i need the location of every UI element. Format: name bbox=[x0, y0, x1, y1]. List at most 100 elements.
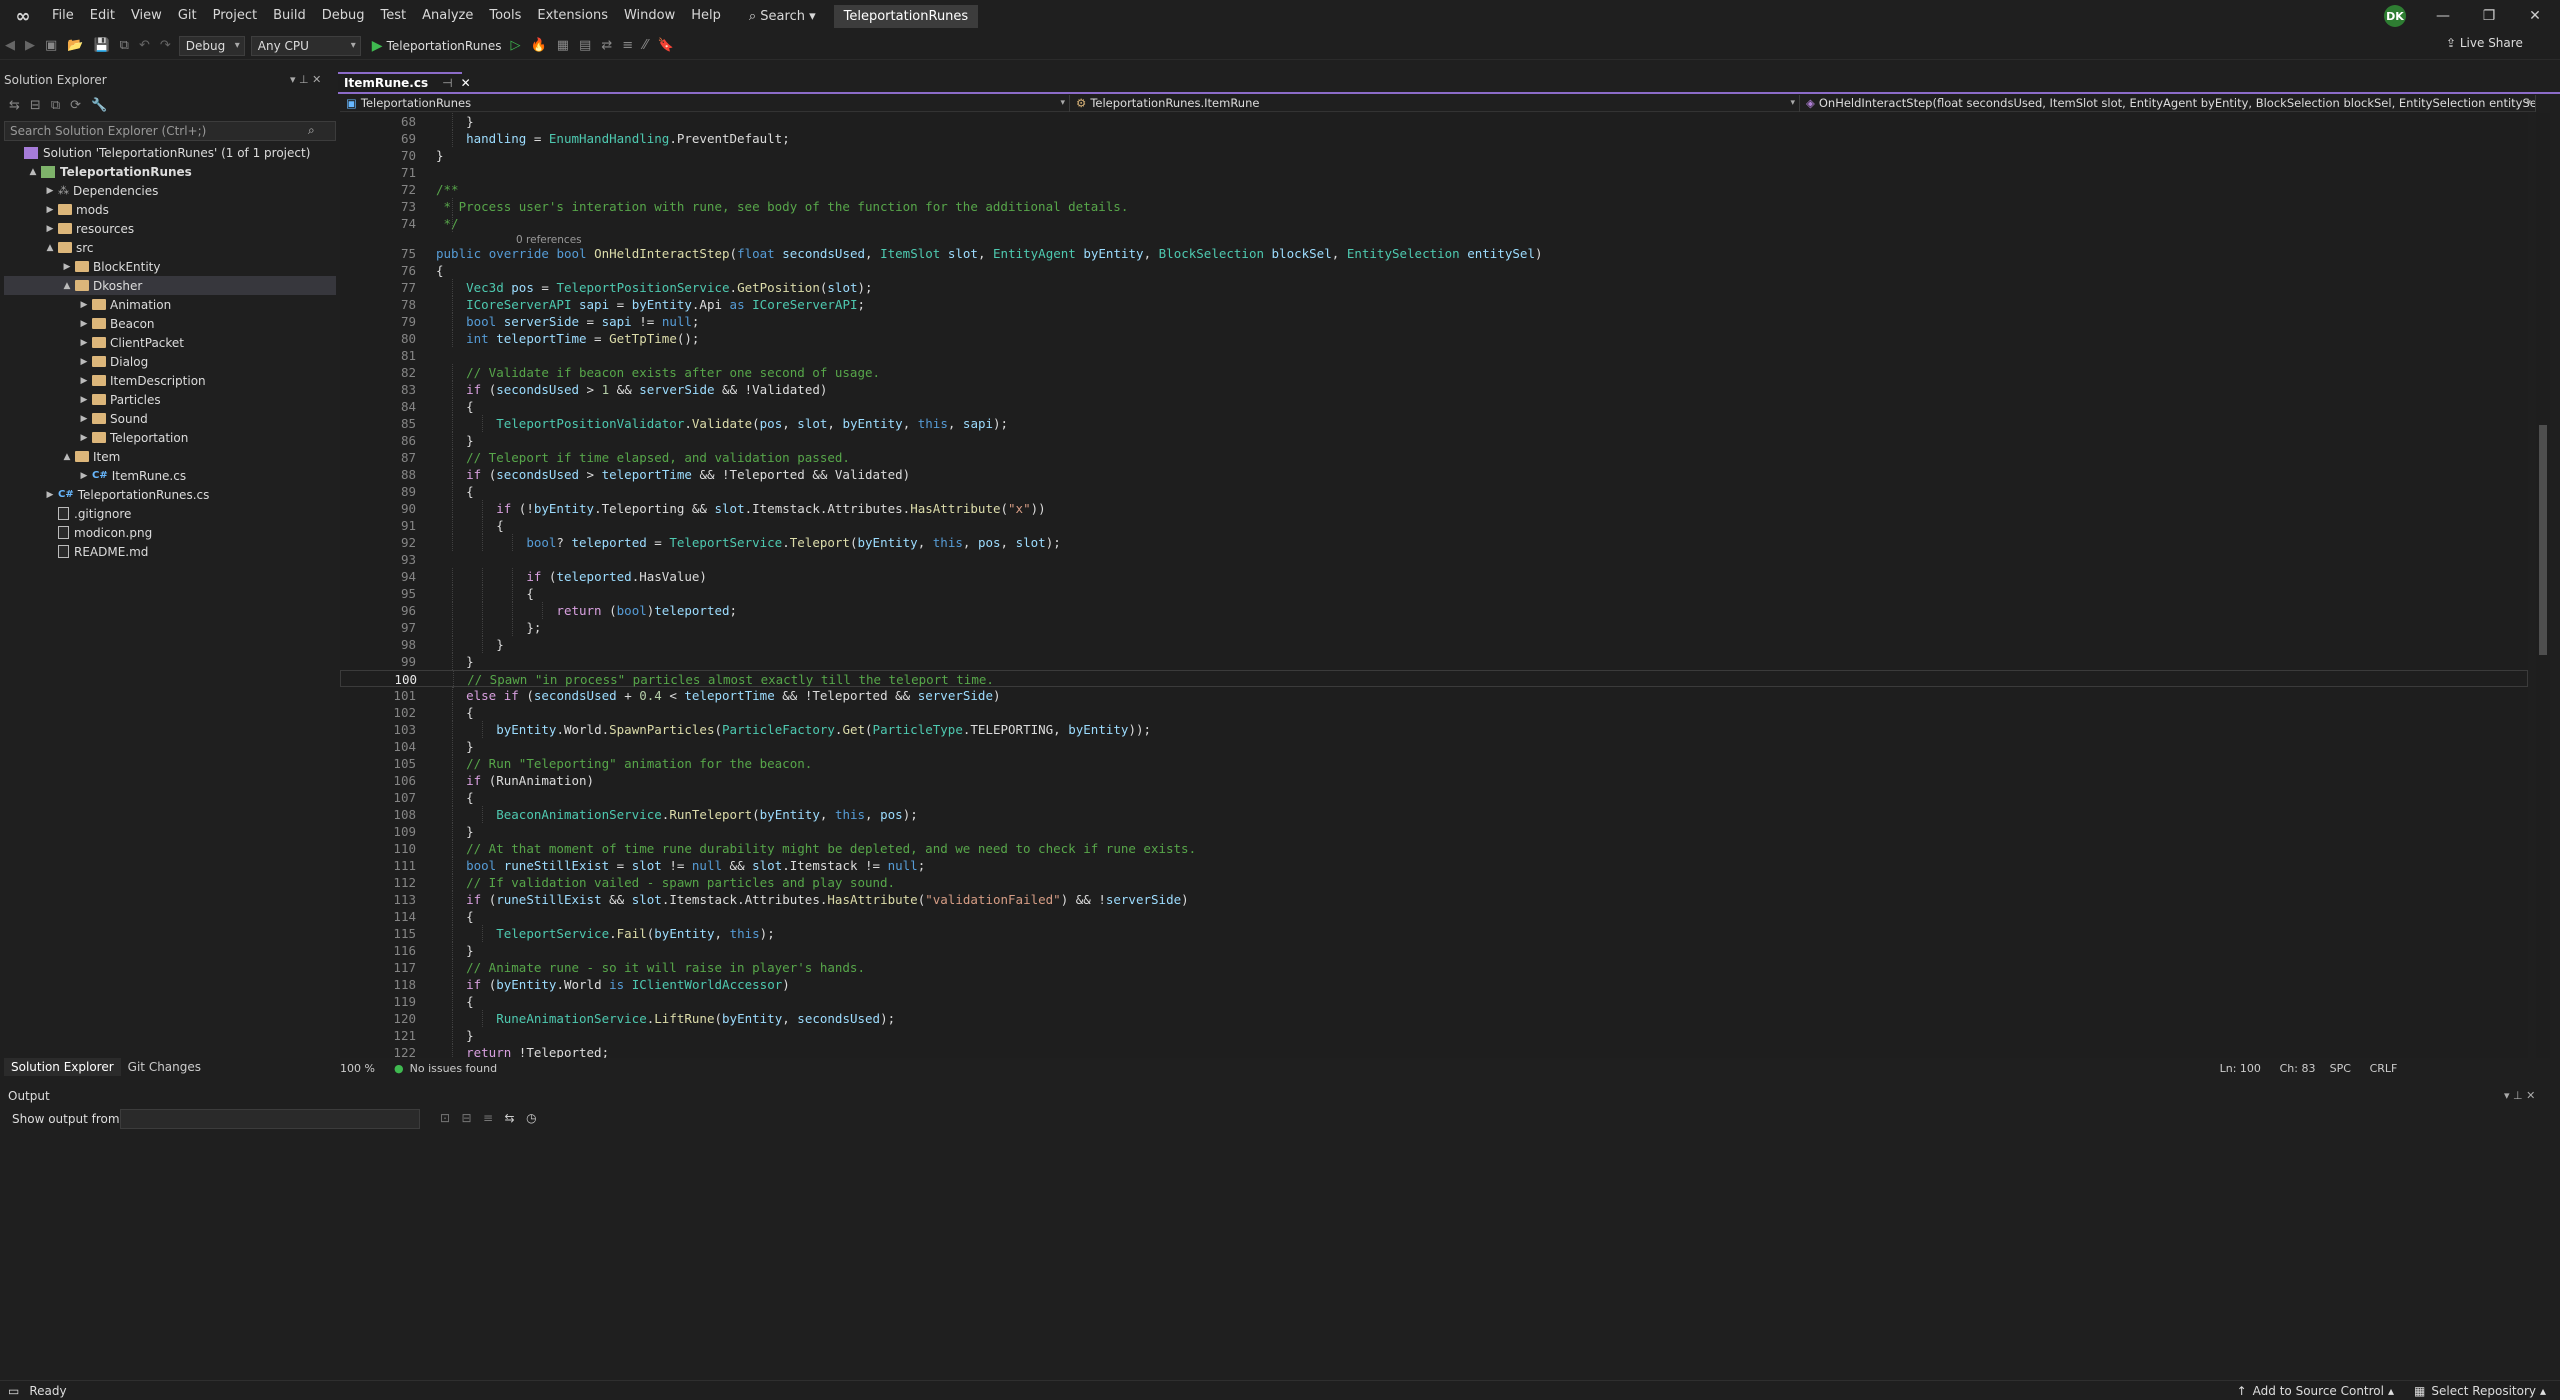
solution-explorer-toolbar-icon[interactable]: ▦ bbox=[552, 38, 574, 53]
code-line[interactable]: 79 bool serverSide = sapi != null; bbox=[340, 313, 2528, 330]
tree-item[interactable]: ▶ Beacon bbox=[4, 314, 336, 333]
restore-icon[interactable]: ❐ bbox=[2466, 0, 2512, 32]
redo-icon[interactable]: ↷ bbox=[155, 38, 176, 53]
pin-icon[interactable]: ▾ ⊥ ✕ bbox=[290, 73, 321, 86]
format-icon[interactable]: ≡ bbox=[617, 38, 638, 53]
code-line[interactable]: 80 int teleportTime = GetTpTime(); bbox=[340, 330, 2528, 347]
hot-reload-icon[interactable]: 🔥 bbox=[526, 38, 552, 53]
configuration-select[interactable]: Debug bbox=[178, 35, 245, 56]
code-line[interactable]: 122 return !Teleported; bbox=[340, 1044, 2528, 1058]
new-item-icon[interactable]: ▣ bbox=[40, 38, 62, 53]
issues-status[interactable]: No issues found bbox=[410, 1062, 550, 1075]
tree-item[interactable]: ▶ Sound bbox=[4, 409, 336, 428]
code-editor[interactable]: 68 } 69 handling = EnumHandHandling.Preve… bbox=[340, 113, 2528, 1058]
tree-item[interactable]: ▲ src bbox=[4, 238, 336, 257]
menu-item-file[interactable]: File bbox=[44, 0, 82, 32]
type-dropdown[interactable]: ⚙ TeleportationRunes.ItemRune bbox=[1070, 94, 1800, 112]
expand-arrow-icon[interactable]: ▲ bbox=[61, 281, 73, 291]
code-line[interactable]: 107 { bbox=[340, 789, 2528, 806]
start-debugging-icon[interactable]: ▶ bbox=[364, 38, 387, 54]
solution-explorer-search-input[interactable]: Search Solution Explorer (Ctrl+;) bbox=[4, 121, 336, 141]
whitespace-indicator[interactable]: SPC bbox=[2330, 1062, 2370, 1075]
expand-arrow-icon[interactable]: ▶ bbox=[78, 338, 90, 348]
visual-studio-logo-icon[interactable]: ∞ bbox=[12, 5, 34, 27]
expand-arrow-icon[interactable]: ▶ bbox=[61, 262, 73, 272]
comment-icon[interactable]: ⁄⁄ bbox=[638, 38, 652, 53]
expand-arrow-icon[interactable]: ▶ bbox=[78, 395, 90, 405]
code-line[interactable]: 97 }; bbox=[340, 619, 2528, 636]
code-line[interactable]: 111 bool runeStillExist = slot != null &… bbox=[340, 857, 2528, 874]
line-ending-indicator[interactable]: CRLF bbox=[2370, 1062, 2398, 1075]
menu-item-build[interactable]: Build bbox=[265, 0, 314, 32]
expand-arrow-icon[interactable]: ▶ bbox=[78, 319, 90, 329]
code-line[interactable]: 76 { bbox=[340, 262, 2528, 279]
tab-git-changes[interactable]: Git Changes bbox=[121, 1058, 208, 1076]
code-line[interactable]: 84 { bbox=[340, 398, 2528, 415]
menu-item-extensions[interactable]: Extensions bbox=[529, 0, 616, 32]
code-line[interactable]: 68 } bbox=[340, 113, 2528, 130]
code-line[interactable]: 87 // Teleport if time elapsed, and vali… bbox=[340, 449, 2528, 466]
zoom-level[interactable]: 100 % bbox=[340, 1062, 388, 1075]
add-to-source-control-button[interactable]: Add to Source Control bbox=[2253, 1384, 2384, 1398]
code-line[interactable]: 116 } bbox=[340, 942, 2528, 959]
code-line[interactable]: 85 TeleportPositionValidator.Validate(po… bbox=[340, 415, 2528, 432]
output-window-controls-icon[interactable]: ▾ ⊥ ✕ bbox=[2504, 1089, 2535, 1102]
code-line[interactable]: 118 if (byEntity.World is IClientWorldAc… bbox=[340, 976, 2528, 993]
code-line[interactable]: 109 } bbox=[340, 823, 2528, 840]
tab-itemrune[interactable]: ItemRune.cs ⊣ ✕ bbox=[338, 72, 471, 92]
tree-item[interactable]: ▲ Dkosher bbox=[4, 276, 336, 295]
save-all-icon[interactable]: ⧉ bbox=[115, 38, 134, 53]
scrollbar-thumb[interactable] bbox=[2539, 425, 2547, 655]
tree-item[interactable]: ▶ mods bbox=[4, 200, 336, 219]
code-line[interactable]: 101 else if (secondsUsed + 0.4 < telepor… bbox=[340, 687, 2528, 704]
menu-item-help[interactable]: Help bbox=[683, 0, 729, 32]
code-line[interactable]: 70} bbox=[340, 147, 2528, 164]
tree-item[interactable]: ▶ BlockEntity bbox=[4, 257, 336, 276]
char-indicator[interactable]: Ch: 83 bbox=[2280, 1062, 2330, 1075]
code-line[interactable]: 95 { bbox=[340, 585, 2528, 602]
pin-tab-icon[interactable]: ⊣ bbox=[442, 76, 452, 90]
close-tab-icon[interactable]: ✕ bbox=[461, 76, 471, 90]
layout-icon[interactable]: ▤ bbox=[574, 38, 596, 53]
code-line[interactable]: 106 if (RunAnimation) bbox=[340, 772, 2528, 789]
code-line[interactable]: 105 // Run "Teleporting" animation for t… bbox=[340, 755, 2528, 772]
source-control-icon[interactable]: ↑ bbox=[2237, 1384, 2247, 1398]
tree-item[interactable]: ▲ TeleportationRunes bbox=[4, 162, 336, 181]
code-line[interactable]: 93 bbox=[340, 551, 2528, 568]
step-icon[interactable]: ⇄ bbox=[596, 38, 617, 53]
code-line[interactable]: 120 RuneAnimationService.LiftRune(byEnti… bbox=[340, 1010, 2528, 1027]
code-line[interactable]: 72 /** bbox=[340, 181, 2528, 198]
expand-arrow-icon[interactable]: ▶ bbox=[78, 414, 90, 424]
code-line[interactable]: 108 BeaconAnimationService.RunTeleport(b… bbox=[340, 806, 2528, 823]
output-source-select[interactable] bbox=[120, 1109, 420, 1129]
find-icon[interactable]: ⊡ bbox=[440, 1111, 450, 1125]
tree-item[interactable]: ▶ C# TeleportationRunes.cs bbox=[4, 485, 336, 504]
show-all-files-icon[interactable]: ⧉ bbox=[46, 98, 65, 113]
menu-item-git[interactable]: Git bbox=[170, 0, 205, 32]
expand-arrow-icon[interactable]: ▲ bbox=[44, 243, 56, 253]
code-line[interactable]: 117 // Animate rune - so it will raise i… bbox=[340, 959, 2528, 976]
expand-arrow-icon[interactable]: ▶ bbox=[78, 300, 90, 310]
search-icon[interactable]: ⌕ bbox=[308, 123, 315, 138]
expand-arrow-icon[interactable]: ▶ bbox=[44, 186, 56, 196]
code-line[interactable]: 83 if (secondsUsed > 1 && serverSide && … bbox=[340, 381, 2528, 398]
expand-arrow-icon[interactable]: ▲ bbox=[61, 452, 73, 462]
code-line[interactable]: 104 } bbox=[340, 738, 2528, 755]
tree-item[interactable]: ▶ Animation bbox=[4, 295, 336, 314]
back-icon[interactable]: ◀ bbox=[0, 38, 20, 53]
live-share-button[interactable]: ⇪ Live Share bbox=[2446, 36, 2523, 50]
run-target-button[interactable]: TeleportationRunes bbox=[387, 39, 506, 53]
minimize-icon[interactable]: — bbox=[2420, 0, 2466, 32]
timestamp-icon[interactable]: ◷ bbox=[526, 1111, 536, 1125]
search-button[interactable]: ⌕ Search ▾ bbox=[741, 9, 824, 24]
undo-icon[interactable]: ↶ bbox=[134, 38, 155, 53]
clear-all-icon[interactable]: ⊟ bbox=[462, 1111, 472, 1125]
menu-item-view[interactable]: View bbox=[123, 0, 170, 32]
code-line[interactable]: 73 * Process user's interation with rune… bbox=[340, 198, 2528, 215]
code-line[interactable]: 91 { bbox=[340, 517, 2528, 534]
toggle-word-wrap-icon[interactable]: ⇆ bbox=[505, 1111, 515, 1125]
sync-icon[interactable]: ⇆ bbox=[4, 98, 25, 113]
close-window-icon[interactable]: ✕ bbox=[2512, 0, 2558, 32]
code-line[interactable]: 78 ICoreServerAPI sapi = byEntity.Api as… bbox=[340, 296, 2528, 313]
code-line[interactable]: 92 bool? teleported = TeleportService.Te… bbox=[340, 534, 2528, 551]
